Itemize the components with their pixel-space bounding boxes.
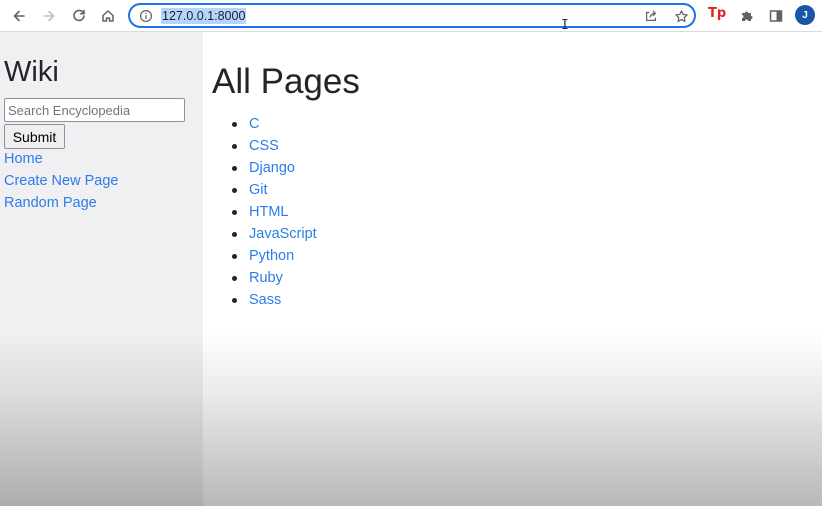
side-panel-icon[interactable] bbox=[764, 4, 788, 28]
page-link-c[interactable]: C bbox=[249, 114, 259, 134]
page-link-ruby[interactable]: Ruby bbox=[249, 268, 283, 288]
back-icon[interactable] bbox=[7, 4, 31, 28]
bullet-icon bbox=[232, 144, 237, 149]
avatar[interactable]: J bbox=[795, 5, 815, 25]
submit-button[interactable]: Submit bbox=[4, 124, 65, 149]
page-link-python[interactable]: Python bbox=[249, 246, 294, 266]
page-link-html[interactable]: HTML bbox=[249, 202, 288, 222]
browser-toolbar: 127.0.0.1:8000 I Tp J bbox=[0, 0, 822, 33]
bullet-icon bbox=[232, 166, 237, 171]
page-link-sass[interactable]: Sass bbox=[249, 290, 281, 310]
bullet-icon bbox=[232, 276, 237, 281]
bullet-icon bbox=[232, 232, 237, 237]
tp-extension-icon[interactable]: Tp bbox=[708, 6, 726, 21]
share-icon[interactable] bbox=[642, 7, 660, 25]
bullet-icon bbox=[232, 188, 237, 193]
reload-icon[interactable] bbox=[67, 4, 91, 28]
address-bar[interactable]: 127.0.0.1:8000 bbox=[128, 3, 696, 28]
sidebar: Wiki Submit Home Create New Page Random … bbox=[0, 32, 203, 506]
home-icon[interactable] bbox=[96, 4, 120, 28]
page-link-git[interactable]: Git bbox=[249, 180, 268, 200]
forward-icon[interactable] bbox=[37, 4, 61, 28]
bullet-icon bbox=[232, 298, 237, 303]
site-title: Wiki bbox=[4, 56, 59, 88]
create-new-page-link[interactable]: Create New Page bbox=[4, 173, 118, 189]
url-text[interactable]: 127.0.0.1:8000 bbox=[161, 8, 247, 24]
home-link[interactable]: Home bbox=[4, 151, 43, 167]
bullet-icon bbox=[232, 122, 237, 127]
page-link-javascript[interactable]: JavaScript bbox=[249, 224, 317, 244]
page-title: All Pages bbox=[212, 62, 360, 101]
puzzle-icon[interactable] bbox=[735, 4, 759, 28]
bullet-icon bbox=[232, 210, 237, 215]
star-icon[interactable] bbox=[672, 7, 690, 25]
random-page-link[interactable]: Random Page bbox=[4, 195, 97, 211]
page-link-css[interactable]: CSS bbox=[249, 136, 279, 156]
page-link-django[interactable]: Django bbox=[249, 158, 295, 178]
info-icon[interactable] bbox=[138, 8, 154, 24]
text-cursor-icon: I bbox=[561, 18, 569, 33]
bullet-icon bbox=[232, 254, 237, 259]
search-input[interactable] bbox=[4, 98, 185, 122]
